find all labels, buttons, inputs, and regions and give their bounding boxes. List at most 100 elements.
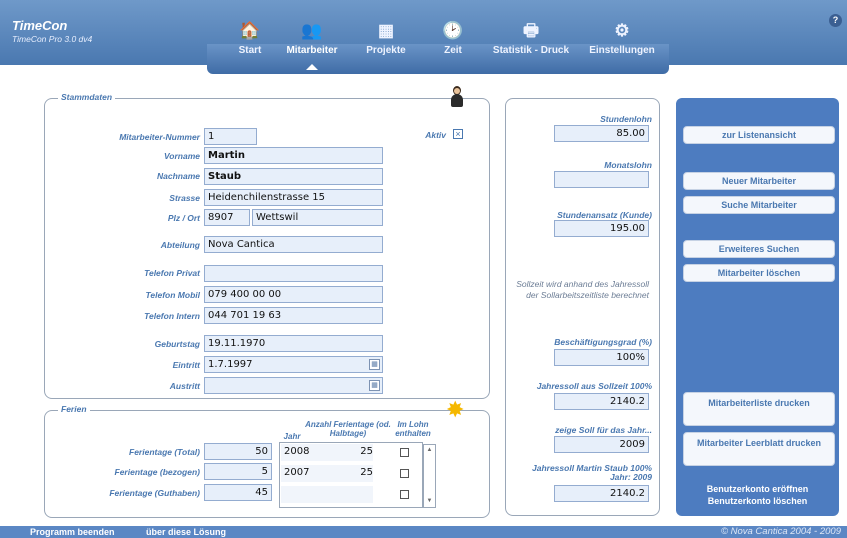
label-monatslohn: Monatslohn: [604, 160, 652, 170]
eintritt-value: 1.7.1997: [208, 359, 253, 370]
spreadsheet-icon: ▦: [377, 21, 395, 40]
app-window: TimeCon TimeCon Pro 3.0 dv4 ? 🏠 Start 👥 …: [0, 0, 847, 538]
label-ferientage-total: Ferientage (Total): [129, 447, 200, 457]
app-version: TimeCon Pro 3.0 dv4: [12, 34, 93, 44]
label-jahressoll-ms: Jahressoll Martin Staub 100% Jahr: 2009: [532, 463, 652, 482]
clock-icon: 🕑: [442, 21, 464, 40]
telefon-intern-field[interactable]: 044 701 19 63: [204, 307, 383, 324]
geburtstag-field[interactable]: 19.11.1970: [204, 335, 383, 352]
eintritt-field[interactable]: 1.7.1997 ▦: [204, 356, 383, 373]
nav-projekte[interactable]: ▦ Projekte: [360, 20, 412, 56]
gear-icon: ⚙: [614, 21, 630, 40]
jahressoll-field[interactable]: 2140.2: [554, 393, 649, 410]
nav-start-label: Start: [238, 45, 262, 56]
label-ferientage-bezogen: Ferientage (bezogen): [114, 467, 200, 477]
programm-beenden-link[interactable]: Programm beenden: [30, 527, 115, 537]
im-lohn-checkbox[interactable]: [400, 469, 409, 478]
im-lohn-checkbox[interactable]: [400, 448, 409, 457]
label-austritt: Austritt: [169, 381, 200, 391]
ferientage-bezogen-field[interactable]: 5: [204, 463, 272, 480]
label-mitarbeiter-nummer: Mitarbeiter-Nummer: [119, 132, 200, 142]
jahressoll-ms-field[interactable]: 2140.2: [554, 485, 649, 502]
ferientage-guthaben-field[interactable]: 45: [204, 484, 272, 501]
label-jahressoll: Jahressoll aus Sollzeit 100%: [536, 381, 652, 391]
stammdaten-legend: Stammdaten: [58, 92, 116, 102]
nav-statistik-label: Statistik - Druck: [492, 45, 570, 56]
scroll-down-icon[interactable]: ▼: [424, 496, 435, 507]
scroll-up-icon[interactable]: ▲: [424, 445, 435, 456]
stundenansatz-field[interactable]: 195.00: [554, 220, 649, 237]
austritt-field[interactable]: ▦: [204, 377, 383, 394]
label-stundenansatz: Stundenansatz (Kunde): [557, 210, 652, 220]
star-icon: ✸: [446, 397, 465, 422]
label-strasse: Strasse: [169, 193, 200, 203]
vorname-field[interactable]: Martin: [204, 147, 383, 164]
erweiteres-suchen-button[interactable]: Erweiteres Suchen: [683, 240, 835, 258]
nav-zeit[interactable]: 🕑 Zeit: [438, 20, 468, 56]
nav-einstellungen-label: Einstellungen: [589, 45, 655, 56]
zeige-soll-jahr-field[interactable]: 2009: [554, 436, 649, 453]
label-geburtstag: Geburtstag: [154, 339, 200, 349]
help-icon[interactable]: ?: [829, 14, 842, 27]
house-icon: 🏠: [239, 21, 261, 40]
printer-icon: 🖶: [522, 21, 540, 40]
ferien-row-jahr[interactable]: [281, 486, 373, 503]
ferientage-total-field[interactable]: 50: [204, 443, 272, 460]
label-abteilung: Abteilung: [160, 240, 200, 250]
ferien-legend: Ferien: [58, 404, 90, 414]
abteilung-field[interactable]: Nova Cantica: [204, 236, 383, 253]
label-telefon-intern: Telefon Intern: [144, 311, 200, 321]
nav-start[interactable]: 🏠 Start: [232, 20, 268, 56]
people-icon: 👥: [301, 21, 323, 40]
strasse-field[interactable]: Heidenchilenstrasse 15: [204, 189, 383, 206]
mitarbeiter-nummer-field[interactable]: 1: [204, 128, 257, 145]
label-ferientage-guthaben: Ferientage (Guthaben): [109, 488, 200, 498]
footer-bar: [0, 526, 847, 538]
label-aktiv: Aktiv: [425, 130, 446, 140]
label-telefon-mobil: Telefon Mobil: [145, 290, 200, 300]
nav-mitarbeiter-label: Mitarbeiter: [286, 45, 338, 56]
nachname-field[interactable]: Staub: [204, 168, 383, 185]
neuer-mitarbeiter-button[interactable]: Neuer Mitarbeiter: [683, 172, 835, 190]
header-im-lohn: Im Lohn enthalten: [395, 420, 431, 438]
calendar-icon[interactable]: ▦: [369, 380, 380, 391]
calendar-icon[interactable]: ▦: [369, 359, 380, 370]
label-beschaeftigungsgrad: Beschäftigungsgrad (%): [554, 337, 652, 347]
nav-mitarbeiter[interactable]: 👥 Mitarbeiter: [281, 20, 343, 70]
aktiv-checkbox[interactable]: ×: [453, 129, 463, 139]
mitarbeiterliste-drucken-button[interactable]: Mitarbeiterliste drucken: [683, 392, 835, 426]
benutzerkonto-eroeffnen-link[interactable]: Benutzerkonto eröffnen: [676, 484, 839, 494]
ort-field[interactable]: Wettswil: [252, 209, 383, 226]
label-zeige-soll: zeige Soll für das Jahr...: [555, 425, 652, 435]
app-title: TimeCon: [12, 18, 68, 33]
telefon-mobil-field[interactable]: 079 400 00 00: [204, 286, 383, 303]
ferien-row-tage[interactable]: 25: [346, 465, 376, 482]
nav-projekte-label: Projekte: [366, 45, 406, 56]
ferien-row-tage[interactable]: 25: [346, 444, 376, 461]
label-stundenlohn: Stundenlohn: [600, 114, 652, 124]
nav-zeit-label: Zeit: [444, 45, 462, 56]
sollzeit-note: Sollzeit wird anhand des Jahressoll der …: [516, 279, 649, 300]
plz-field[interactable]: 8907: [204, 209, 250, 226]
benutzerkonto-loeschen-link[interactable]: Benutzerkonto löschen: [676, 496, 839, 506]
ueber-loesung-link[interactable]: über diese Lösung: [146, 527, 226, 537]
im-lohn-checkbox[interactable]: [400, 490, 409, 499]
label-telefon-privat: Telefon Privat: [144, 268, 200, 278]
label-nachname: Nachname: [157, 171, 200, 181]
telefon-privat-field[interactable]: [204, 265, 383, 282]
suche-mitarbeiter-button[interactable]: Suche Mitarbeiter: [683, 196, 835, 214]
ferien-scrollbar[interactable]: ▲ ▼: [423, 444, 436, 508]
stundenlohn-field[interactable]: 85.00: [554, 125, 649, 142]
label-plz-ort: Plz / Ort: [167, 213, 200, 223]
leerblatt-drucken-button[interactable]: Mitarbeiter Leerblatt drucken: [683, 432, 835, 466]
person-icon: [450, 86, 464, 108]
nav-einstellungen[interactable]: ⚙ Einstellungen: [584, 20, 660, 56]
copyright: © Nova Cantica 2004 - 2009: [720, 526, 841, 537]
label-vorname: Vorname: [163, 151, 200, 161]
beschaeftigungsgrad-field[interactable]: 100%: [554, 349, 649, 366]
monatslohn-field[interactable]: [554, 171, 649, 188]
zur-listenansicht-button[interactable]: zur Listenansicht: [683, 126, 835, 144]
header-anzahl: Anzahl Ferientage (od. Halbtage): [305, 420, 391, 438]
nav-statistik[interactable]: 🖶 Statistik - Druck: [487, 20, 575, 56]
mitarbeiter-loeschen-button[interactable]: Mitarbeiter löschen: [683, 264, 835, 282]
